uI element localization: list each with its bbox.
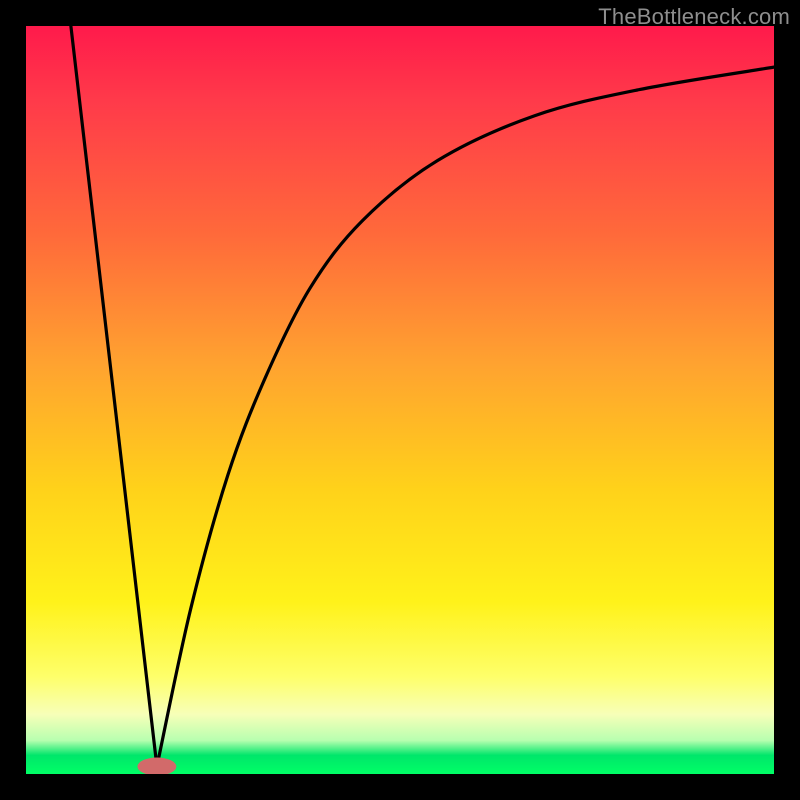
chart-frame: TheBottleneck.com (0, 0, 800, 800)
watermark-text: TheBottleneck.com (598, 4, 790, 30)
chart-plot-area (26, 26, 774, 774)
